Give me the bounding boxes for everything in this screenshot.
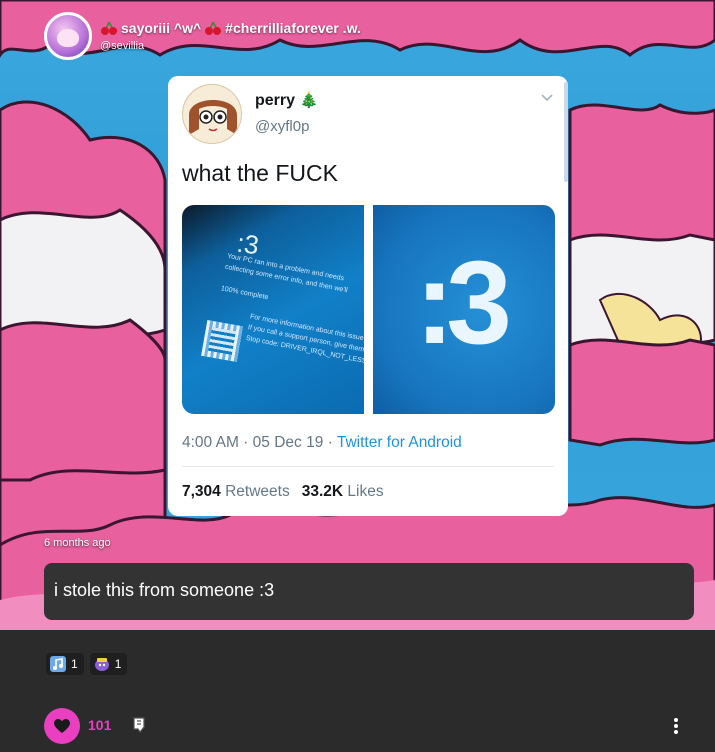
reaction-blob[interactable]: 1 <box>89 653 128 675</box>
cherry-icon <box>101 21 117 35</box>
music-note-icon <box>50 656 66 672</box>
like-button[interactable] <box>44 708 80 744</box>
reaction-music-note[interactable]: 1 <box>46 653 84 675</box>
post-timestamp[interactable]: 6 months ago <box>44 537 111 549</box>
tweet-author-name[interactable]: perry 🎄 <box>255 91 318 110</box>
tweet-stats: 7,304 Retweets 33.2K Likes <box>182 483 384 501</box>
likes-stat[interactable]: 33.2K Likes <box>302 483 384 501</box>
tweet-media[interactable]: :3 Your PC ran into a problem and needs … <box>182 205 555 414</box>
tweet-text: what the FUCK <box>182 160 338 186</box>
tweet-image-bsod-photo[interactable]: :3 Your PC ran into a problem and needs … <box>182 205 364 414</box>
closeup-face-text: :3 <box>415 237 512 369</box>
qr-code-icon <box>201 320 243 362</box>
embedded-tweet[interactable]: perry 🎄 @xyfl0p what the FUCK :3 Your PC… <box>168 76 568 516</box>
blob-icon <box>94 658 109 671</box>
chevron-down-icon[interactable] <box>540 90 554 104</box>
tweet-time[interactable]: 4:00 AM <box>182 434 239 451</box>
more-options-button[interactable] <box>668 716 684 736</box>
reactions-bar: 1 1 <box>46 653 128 675</box>
display-name-after: #cherrilliaforever .w. <box>225 20 361 36</box>
tweet-image-closeup[interactable]: :3 <box>373 205 555 414</box>
more-vertical-icon <box>674 718 678 722</box>
retweets-stat[interactable]: 7,304 Retweets <box>182 483 290 501</box>
heart-icon <box>54 718 70 733</box>
anime-avatar-icon <box>183 85 241 143</box>
tweet-author-handle[interactable]: @xyfl0p <box>255 118 309 135</box>
display-name-before: sayoriii ^w^ <box>121 20 202 36</box>
display-name[interactable]: sayoriii ^w^ #cherrilliaforever .w. <box>100 20 361 36</box>
christmas-tree-icon: 🎄 <box>299 92 319 109</box>
tweet-source-link[interactable]: Twitter for Android <box>337 434 462 451</box>
like-count: 101 <box>88 717 112 733</box>
user-handle[interactable]: @sevillia <box>100 40 361 52</box>
tweet-scrollbar[interactable] <box>564 82 568 182</box>
tweet-meta: 4:00 AM · 05 Dec 19 · Twitter for Androi… <box>182 434 462 451</box>
post-header: sayoriii ^w^ #cherrilliaforever .w. @sev… <box>44 12 361 60</box>
post-caption: i stole this from someone :3 <box>44 563 694 620</box>
divider <box>182 466 554 467</box>
boost-icon[interactable] <box>130 715 150 735</box>
avatar[interactable] <box>44 12 92 60</box>
tweet-date[interactable]: 05 Dec 19 <box>253 434 324 451</box>
cherry-icon <box>205 21 222 35</box>
tweet-author-avatar[interactable] <box>182 84 242 144</box>
